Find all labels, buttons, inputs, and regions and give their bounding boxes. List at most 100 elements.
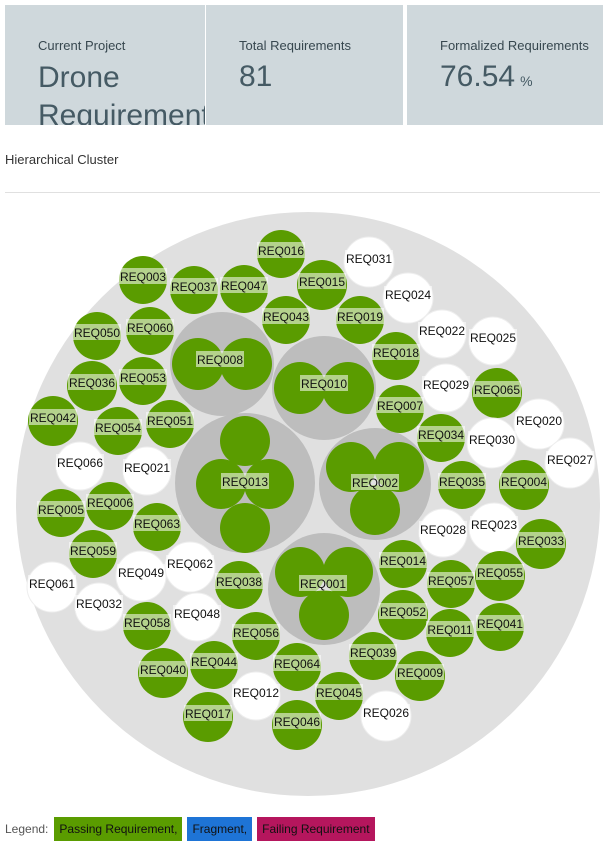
node-req022-label-group: REQ022	[418, 322, 466, 338]
group-req013-node-1[interactable]	[220, 416, 270, 466]
node-req018-label: REQ018	[373, 346, 419, 360]
node-req014-label: REQ014	[380, 554, 426, 568]
node-req017-label-group: REQ017	[184, 705, 232, 721]
node-req035-label: REQ035	[439, 475, 485, 489]
node-req048-label-group: REQ048	[173, 605, 221, 621]
node-req041-label-group: REQ041	[476, 615, 524, 631]
node-req065-label: REQ065	[474, 383, 520, 397]
node-req047-label: REQ047	[221, 279, 267, 293]
node-req039-label-group: REQ039	[349, 644, 397, 660]
node-req007-label: REQ007	[377, 399, 423, 413]
group-req008-label-group: REQ008	[196, 351, 244, 367]
node-req020-label-group: REQ020	[515, 412, 563, 428]
node-req042-label-group: REQ042	[29, 409, 77, 425]
node-req027-label-group: REQ027	[546, 451, 594, 467]
node-req029-label: REQ029	[423, 378, 469, 392]
node-req007-label-group: REQ007	[376, 397, 424, 413]
node-req064-label: REQ064	[274, 657, 320, 671]
node-req054-label: REQ054	[95, 421, 141, 435]
node-req009-label-group: REQ009	[396, 664, 444, 680]
node-req045-label: REQ045	[316, 686, 362, 700]
group-req001-label-group: REQ001	[299, 575, 347, 591]
node-req012-label-group: REQ012	[232, 684, 280, 700]
node-req023-label: REQ023	[471, 518, 517, 532]
group-req013-node-4[interactable]	[220, 503, 270, 553]
node-req031-label: REQ031	[346, 252, 392, 266]
node-req022-label: REQ022	[419, 324, 465, 338]
node-req032-label-group: REQ032	[75, 595, 123, 611]
node-req052-label: REQ052	[380, 605, 426, 619]
node-req024-label: REQ024	[385, 288, 431, 302]
node-req025-label-group: REQ025	[469, 329, 517, 345]
group-req013-label: REQ013	[222, 475, 268, 489]
node-req055-label-group: REQ055	[476, 564, 524, 580]
node-req023-label-group: REQ023	[470, 516, 518, 532]
formalized-requirements-label: Formalized Requirements	[440, 38, 589, 53]
node-req030-label-group: REQ030	[468, 431, 516, 447]
node-req016-label-group: REQ016	[257, 242, 305, 258]
node-req064-label-group: REQ064	[273, 655, 321, 671]
node-req066-label-group: REQ066	[56, 454, 104, 470]
group-req002-node-3[interactable]	[350, 485, 400, 535]
node-req005-label: REQ005	[38, 503, 84, 517]
node-req058-label: REQ058	[124, 616, 170, 630]
node-req011-label-group: REQ011	[426, 621, 474, 637]
node-req047-label-group: REQ047	[220, 277, 268, 293]
node-req062-label-group: REQ062	[166, 555, 214, 571]
node-req025-label: REQ025	[470, 331, 516, 345]
node-req065-label-group: REQ065	[473, 381, 521, 397]
node-req033-label: REQ033	[518, 534, 564, 548]
node-req043-label-group: REQ043	[262, 308, 310, 324]
node-req027-label: REQ027	[547, 453, 593, 467]
node-req063-label-group: REQ063	[133, 515, 181, 531]
node-req060-label: REQ060	[127, 321, 173, 335]
formalized-requirements-value-row: 76.54%	[440, 59, 603, 99]
node-req015-label: REQ015	[299, 275, 345, 289]
total-requirements-value: 81	[239, 60, 273, 93]
current-project-value: Drone Requirements	[38, 61, 205, 125]
node-req051-label-group: REQ051	[146, 412, 194, 428]
node-req062-label: REQ062	[167, 557, 213, 571]
node-req051-label: REQ051	[147, 414, 193, 428]
node-req053-label-group: REQ053	[119, 369, 167, 385]
section-title: Hierarchical Cluster	[5, 152, 119, 167]
total-requirements-label: Total Requirements	[239, 38, 351, 53]
legend-title: Legend:	[5, 822, 49, 836]
group-req001-node-3[interactable]	[299, 590, 349, 640]
legend-passing: Passing Requirement,	[54, 817, 183, 841]
group-req002-label-group: REQ002	[351, 474, 399, 490]
formalized-requirements-card: Formalized Requirements 76.54%	[407, 5, 603, 125]
node-req009-label: REQ009	[397, 666, 443, 680]
node-req005-label-group: REQ005	[37, 501, 85, 517]
node-req015-label-group: REQ015	[298, 273, 346, 289]
node-req050-label: REQ050	[74, 326, 120, 340]
node-req055-label: REQ055	[477, 566, 523, 580]
node-req011-label: REQ011	[427, 623, 472, 637]
section-divider	[5, 192, 600, 193]
group-req001-label: REQ001	[300, 577, 346, 591]
node-req019-label: REQ019	[337, 310, 383, 324]
node-req037-label: REQ037	[171, 280, 217, 294]
node-req036-label-group: REQ036	[68, 374, 116, 390]
hierarchical-cluster-chart: REQ008 REQ010 REQ013 REQ002 REQ001 REQ016 REQ0…	[16, 212, 600, 796]
legend: Legend: Passing Requirement, Fragment, F…	[5, 816, 380, 842]
node-req024-label-group: REQ024	[384, 286, 432, 302]
formalized-requirements-value: 76.54	[440, 60, 516, 93]
node-req057-label: REQ057	[428, 574, 474, 588]
node-req043-label: REQ043	[263, 310, 309, 324]
node-req059-label: REQ059	[70, 544, 116, 558]
node-req012-label: REQ012	[233, 686, 279, 700]
node-req044-label-group: REQ044	[190, 653, 238, 669]
node-req006-label: REQ006	[87, 496, 133, 510]
node-req056-label-group: REQ056	[232, 624, 280, 640]
node-req020-label: REQ020	[516, 414, 562, 428]
group-req010-label-group: REQ010	[300, 375, 348, 391]
node-req016-label: REQ016	[258, 244, 304, 258]
node-req038-label-group: REQ038	[215, 573, 263, 589]
node-req046-label-group: REQ046	[273, 713, 321, 729]
node-req056-label: REQ056	[233, 626, 279, 640]
node-req049-label: REQ049	[118, 566, 164, 580]
node-req014-label-group: REQ014	[379, 552, 427, 568]
current-project-card: Current Project Drone Requirements	[5, 5, 205, 125]
legend-failing: Failing Requirement	[257, 817, 375, 841]
